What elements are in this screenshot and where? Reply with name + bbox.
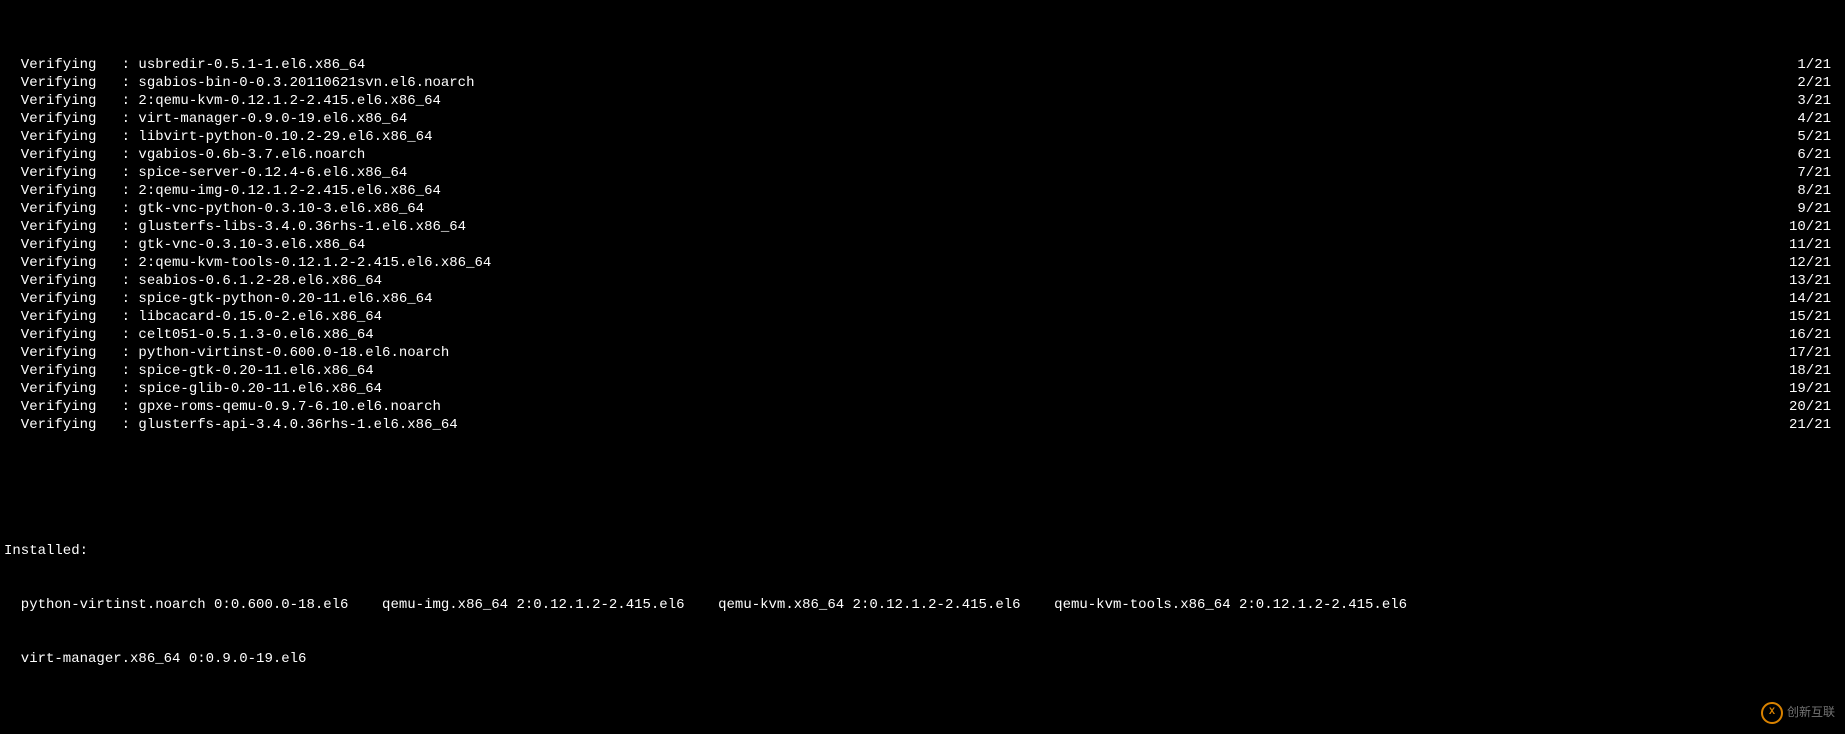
- verifying-count: 10/21: [1789, 218, 1841, 236]
- verifying-count: 16/21: [1789, 326, 1841, 344]
- installed-header: Installed:: [4, 542, 1841, 560]
- verifying-left: Verifying : sgabios-bin-0-0.3.20110621sv…: [4, 74, 474, 92]
- verifying-row: Verifying : gtk-vnc-python-0.3.10-3.el6.…: [4, 200, 1841, 218]
- watermark-text: 创新互联: [1787, 704, 1835, 722]
- verifying-row: Verifying : 2:qemu-kvm-0.12.1.2-2.415.el…: [4, 92, 1841, 110]
- verifying-row: Verifying : python-virtinst-0.600.0-18.e…: [4, 344, 1841, 362]
- verifying-count: 1/21: [1797, 56, 1841, 74]
- verifying-row: Verifying : sgabios-bin-0-0.3.20110621sv…: [4, 74, 1841, 92]
- verifying-count: 4/21: [1797, 110, 1841, 128]
- installed-line: virt-manager.x86_64 0:0.9.0-19.el6: [4, 650, 1841, 668]
- verifying-left: Verifying : 2:qemu-kvm-0.12.1.2-2.415.el…: [4, 92, 441, 110]
- verifying-row: Verifying : spice-server-0.12.4-6.el6.x8…: [4, 164, 1841, 182]
- verifying-count: 9/21: [1797, 200, 1841, 218]
- verifying-count: 8/21: [1797, 182, 1841, 200]
- verifying-count: 20/21: [1789, 398, 1841, 416]
- verifying-count: 21/21: [1789, 416, 1841, 434]
- verifying-left: Verifying : spice-gtk-0.20-11.el6.x86_64: [4, 362, 374, 380]
- verifying-row: Verifying : seabios-0.6.1.2-28.el6.x86_6…: [4, 272, 1841, 290]
- verifying-row: Verifying : spice-gtk-python-0.20-11.el6…: [4, 290, 1841, 308]
- verifying-row: Verifying : gtk-vnc-0.3.10-3.el6.x86_64 1…: [4, 236, 1841, 254]
- verifying-row: Verifying : gpxe-roms-qemu-0.9.7-6.10.el…: [4, 398, 1841, 416]
- verifying-left: Verifying : usbredir-0.5.1-1.el6.x86_64: [4, 56, 365, 74]
- verifying-count: 11/21: [1789, 236, 1841, 254]
- verifying-row: Verifying : spice-glib-0.20-11.el6.x86_6…: [4, 380, 1841, 398]
- verifying-row: Verifying : vgabios-0.6b-3.7.el6.noarch 6…: [4, 146, 1841, 164]
- installed-section: Installed: python-virtinst.noarch 0:0.60…: [4, 506, 1841, 704]
- verifying-left: Verifying : libcacard-0.15.0-2.el6.x86_6…: [4, 308, 382, 326]
- watermark: X 创新互联: [1761, 702, 1835, 724]
- verifying-row: Verifying : spice-gtk-0.20-11.el6.x86_64…: [4, 362, 1841, 380]
- verifying-row: Verifying : libcacard-0.15.0-2.el6.x86_6…: [4, 308, 1841, 326]
- verifying-row: Verifying : glusterfs-api-3.4.0.36rhs-1.…: [4, 416, 1841, 434]
- verifying-left: Verifying : spice-gtk-python-0.20-11.el6…: [4, 290, 432, 308]
- verifying-row: Verifying : glusterfs-libs-3.4.0.36rhs-1…: [4, 218, 1841, 236]
- verifying-left: Verifying : python-virtinst-0.600.0-18.e…: [4, 344, 449, 362]
- verifying-left: Verifying : gpxe-roms-qemu-0.9.7-6.10.el…: [4, 398, 441, 416]
- verifying-row: Verifying : celt051-0.5.1.3-0.el6.x86_64…: [4, 326, 1841, 344]
- verifying-count: 15/21: [1789, 308, 1841, 326]
- verifying-left: Verifying : gtk-vnc-python-0.3.10-3.el6.…: [4, 200, 424, 218]
- verifying-row: Verifying : virt-manager-0.9.0-19.el6.x8…: [4, 110, 1841, 128]
- verifying-count: 5/21: [1797, 128, 1841, 146]
- verifying-left: Verifying : spice-glib-0.20-11.el6.x86_6…: [4, 380, 382, 398]
- verifying-count: 12/21: [1789, 254, 1841, 272]
- verifying-count: 6/21: [1797, 146, 1841, 164]
- watermark-logo-icon: X: [1761, 702, 1783, 724]
- verifying-left: Verifying : libvirt-python-0.10.2-29.el6…: [4, 128, 432, 146]
- verifying-left: Verifying : virt-manager-0.9.0-19.el6.x8…: [4, 110, 407, 128]
- verifying-row: Verifying : 2:qemu-kvm-tools-0.12.1.2-2.…: [4, 254, 1841, 272]
- verifying-list: Verifying : usbredir-0.5.1-1.el6.x86_64 1…: [4, 56, 1841, 434]
- verifying-left: Verifying : glusterfs-api-3.4.0.36rhs-1.…: [4, 416, 458, 434]
- verifying-count: 18/21: [1789, 362, 1841, 380]
- verifying-count: 3/21: [1797, 92, 1841, 110]
- verifying-row: Verifying : usbredir-0.5.1-1.el6.x86_64 1…: [4, 56, 1841, 74]
- verifying-count: 2/21: [1797, 74, 1841, 92]
- verifying-count: 17/21: [1789, 344, 1841, 362]
- verifying-left: Verifying : 2:qemu-kvm-tools-0.12.1.2-2.…: [4, 254, 491, 272]
- verifying-row: Verifying : 2:qemu-img-0.12.1.2-2.415.el…: [4, 182, 1841, 200]
- verifying-left: Verifying : gtk-vnc-0.3.10-3.el6.x86_64: [4, 236, 365, 254]
- terminal-output: Verifying : usbredir-0.5.1-1.el6.x86_64 1…: [0, 0, 1845, 734]
- verifying-left: Verifying : spice-server-0.12.4-6.el6.x8…: [4, 164, 407, 182]
- verifying-row: Verifying : libvirt-python-0.10.2-29.el6…: [4, 128, 1841, 146]
- installed-line: python-virtinst.noarch 0:0.600.0-18.el6 …: [4, 596, 1841, 614]
- verifying-left: Verifying : glusterfs-libs-3.4.0.36rhs-1…: [4, 218, 466, 236]
- verifying-count: 14/21: [1789, 290, 1841, 308]
- verifying-count: 19/21: [1789, 380, 1841, 398]
- verifying-count: 13/21: [1789, 272, 1841, 290]
- verifying-left: Verifying : celt051-0.5.1.3-0.el6.x86_64: [4, 326, 374, 344]
- verifying-count: 7/21: [1797, 164, 1841, 182]
- verifying-left: Verifying : 2:qemu-img-0.12.1.2-2.415.el…: [4, 182, 441, 200]
- verifying-left: Verifying : vgabios-0.6b-3.7.el6.noarch: [4, 146, 365, 164]
- verifying-left: Verifying : seabios-0.6.1.2-28.el6.x86_6…: [4, 272, 382, 290]
